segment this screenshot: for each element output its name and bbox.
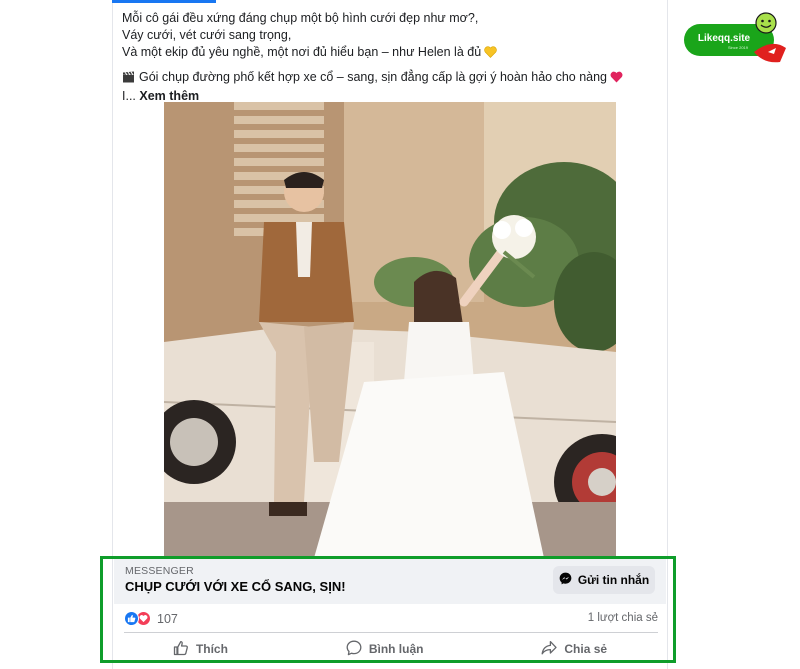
reaction-count: 107 xyxy=(157,611,178,626)
reaction-summary[interactable]: 107 xyxy=(124,611,178,626)
right-margin xyxy=(668,0,800,669)
share-icon xyxy=(541,640,558,659)
post-caption: Mỗi cô gái đều xứng đáng chụp một bộ hìn… xyxy=(122,10,662,105)
comment-label: Bình luận xyxy=(368,642,424,656)
clapper-board-icon xyxy=(122,71,135,88)
share-button[interactable]: Chia sẻ xyxy=(527,637,621,662)
caption-line-4: Gói chụp đường phố kết hợp xe cổ – sang,… xyxy=(122,69,662,88)
action-divider xyxy=(124,632,658,633)
thumbs-up-icon xyxy=(173,640,189,659)
like-label: Thích xyxy=(195,642,228,656)
caption-line-4-text: Gói chụp đường phố kết hợp xe cổ – sang,… xyxy=(139,70,607,84)
red-heart-icon xyxy=(610,71,623,88)
share-label: Chia sẻ xyxy=(564,642,608,656)
caption-line-3: Và một ekip đủ yêu nghề, một nơi đủ hiểu… xyxy=(122,44,662,63)
likeqq-logo-graphic: Likeqq.site Since 2019 xyxy=(684,12,786,63)
left-margin xyxy=(0,0,112,669)
post-action-bar: Thích Bình luận Chia sẻ xyxy=(114,636,666,662)
watermark-subtext: Since 2019 xyxy=(728,45,749,50)
watermark-logo: Likeqq.site Since 2019 xyxy=(684,12,790,68)
comment-icon xyxy=(346,640,362,659)
post-photo[interactable] xyxy=(164,102,616,558)
caption-line-1: Mỗi cô gái đều xứng đáng chụp một bộ hìn… xyxy=(122,11,479,25)
like-icon xyxy=(124,611,139,626)
wedding-photo-illustration xyxy=(164,102,616,558)
like-button[interactable]: Thích xyxy=(159,637,242,662)
see-more-link[interactable]: Xem thêm xyxy=(139,89,199,103)
caption-truncation: I... xyxy=(122,89,136,103)
yellow-heart-icon xyxy=(484,46,497,63)
caption-line-2: Váy cưới, vét cưới sang trọng, xyxy=(122,28,292,42)
share-count[interactable]: 1 lượt chia sẻ xyxy=(588,612,658,624)
comment-button[interactable]: Bình luận xyxy=(332,637,438,662)
watermark-text: Likeqq.site xyxy=(698,33,751,44)
caption-line-3-text: Và một ekip đủ yêu nghề, một nơi đủ hiểu… xyxy=(122,45,482,59)
active-tab-indicator xyxy=(112,0,216,3)
